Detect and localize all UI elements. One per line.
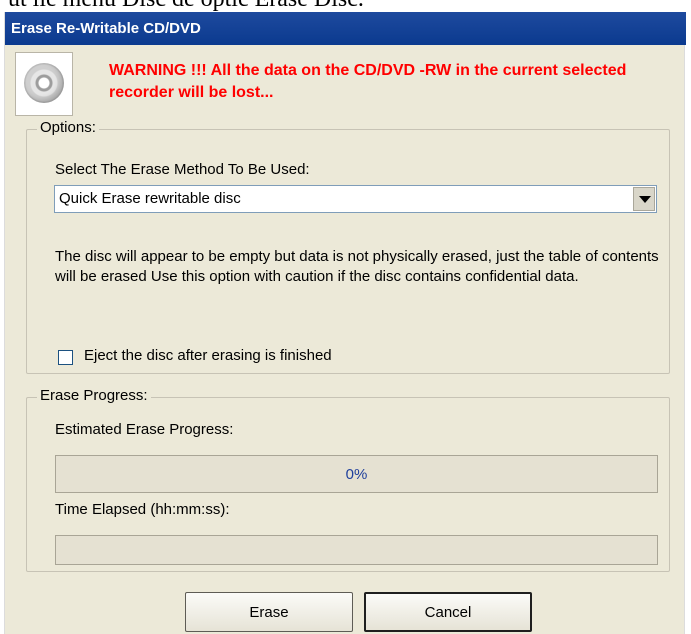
cancel-button[interactable]: Cancel <box>364 592 532 632</box>
eject-checkbox[interactable] <box>58 350 73 365</box>
cd-icon-frame <box>15 52 73 116</box>
erase-method-value: Quick Erase rewritable disc <box>59 190 241 207</box>
cd-disc-icon <box>24 63 64 103</box>
background-page-text: ut lie menu Disc de optic Erase Disc. <box>0 0 691 12</box>
time-elapsed-field <box>55 535 658 565</box>
dialog-title: Erase Re-Writable CD/DVD <box>5 12 686 45</box>
erase-method-select[interactable]: Quick Erase rewritable disc <box>54 185 657 213</box>
erase-dialog: Erase Re-Writable CD/DVD WARNING !!! All… <box>4 12 686 634</box>
erase-method-label: Select The Erase Method To Be Used: <box>55 161 310 178</box>
eject-checkbox-label[interactable]: Eject the disc after erasing is finished <box>84 347 332 364</box>
dropdown-arrow-icon[interactable] <box>633 187 655 211</box>
warning-message: WARNING !!! All the data on the CD/DVD -… <box>109 62 627 101</box>
progress-percent: 0% <box>345 466 368 483</box>
progress-legend: Erase Progress: <box>37 387 151 404</box>
erase-progress-bar: 0% <box>55 455 658 493</box>
time-elapsed-label: Time Elapsed (hh:mm:ss): <box>55 501 230 518</box>
options-legend: Options: <box>37 119 99 136</box>
estimated-progress-label: Estimated Erase Progress: <box>55 421 234 438</box>
erase-method-description: The disc will appear to be empty but dat… <box>55 248 659 285</box>
erase-button[interactable]: Erase <box>185 592 353 632</box>
